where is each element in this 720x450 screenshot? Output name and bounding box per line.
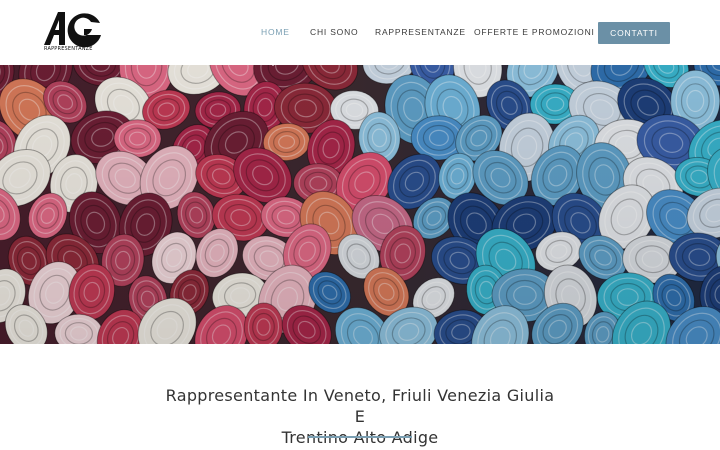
headline-underline (308, 436, 412, 438)
headline-line-1: Rappresentante In Veneto, Friuli Venezia… (165, 386, 555, 426)
active-nav-pointer (267, 60, 279, 66)
contatti-button[interactable]: CONTATTI (598, 22, 670, 44)
site-header: RAPPRESENTANZE HOME CHI SONO RAPPRESENTA… (0, 0, 720, 65)
nav-item-chi-sono[interactable]: CHI SONO (310, 27, 358, 37)
nav-item-home[interactable]: HOME (261, 27, 290, 37)
nav-item-offerte-e-promozioni[interactable]: OFFERTE E PROMOZIONI (474, 27, 595, 37)
nav-item-rappresentanze[interactable]: RAPPRESENTANZE (375, 27, 466, 37)
intro-section: Rappresentante In Veneto, Friuli Venezia… (0, 344, 720, 450)
brand-logo[interactable]: RAPPRESENTANZE (42, 9, 104, 55)
hero-overlay (0, 65, 720, 344)
page-headline: Rappresentante In Veneto, Friuli Venezia… (160, 385, 560, 448)
hero-banner-image (0, 65, 720, 344)
logo-subtitle: RAPPRESENTANZE (44, 46, 93, 52)
